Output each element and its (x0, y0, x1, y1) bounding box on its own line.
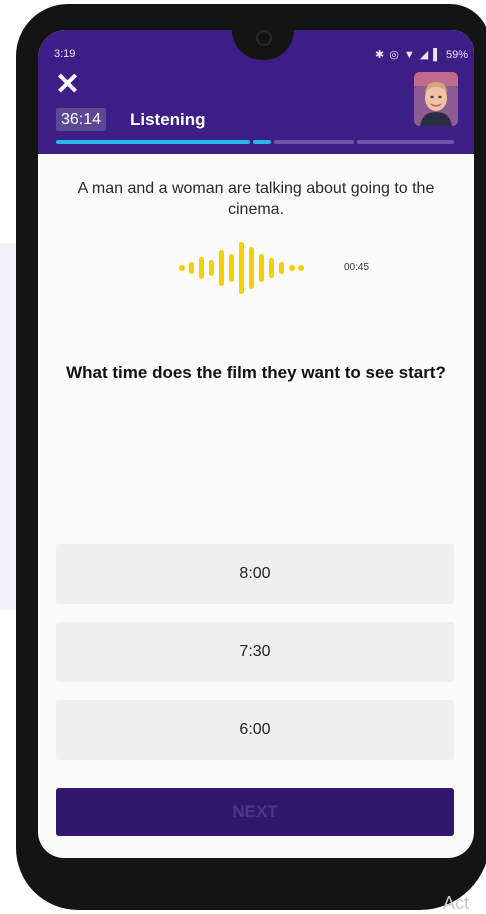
progress-segment (274, 140, 354, 144)
wifi-icon: ▼ (403, 48, 415, 61)
avatar[interactable] (414, 72, 458, 126)
listening-prompt: A man and a woman are talking about goin… (77, 180, 435, 218)
close-icon[interactable]: ✕ (55, 70, 81, 100)
audio-waveform-player[interactable] (178, 242, 368, 294)
question-text: What time does the film they want to see… (66, 363, 446, 382)
vibrate-icon: ◎ (389, 49, 399, 61)
next-button[interactable]: NEXT (56, 788, 454, 836)
activation-watermark: Act (443, 893, 470, 913)
battery-percent: 59% (445, 48, 468, 61)
status-time: 3:19 (54, 48, 76, 60)
signal-icon: ◢ (419, 49, 429, 61)
section-title: Listening (130, 110, 206, 129)
progress-segment-complete (56, 140, 250, 144)
progress-bar (56, 140, 454, 144)
timer: 36:14 (56, 108, 107, 131)
status-icons: ✱ ◎ ▼ ◢ ▌ 59% (374, 48, 468, 62)
bluetooth-icon: ✱ (374, 49, 385, 61)
answer-option[interactable]: 7:30 (56, 622, 454, 682)
answer-option[interactable]: 8:00 (56, 544, 454, 604)
answer-option[interactable]: 6:00 (56, 700, 454, 760)
camera-icon (256, 30, 272, 46)
battery-icon: ▌ (433, 48, 441, 61)
progress-segment-current (253, 140, 271, 144)
app-header: 3:19 ✱ ◎ ▼ ◢ ▌ 59% ✕ 36:14 Listening (38, 30, 474, 154)
avatar-image (414, 72, 458, 126)
progress-segment (357, 140, 454, 144)
phone-screen: 3:19 ✱ ◎ ▼ ◢ ▌ 59% ✕ 36:14 Listening A m… (38, 30, 474, 858)
audio-duration: 00:45 (344, 262, 370, 273)
